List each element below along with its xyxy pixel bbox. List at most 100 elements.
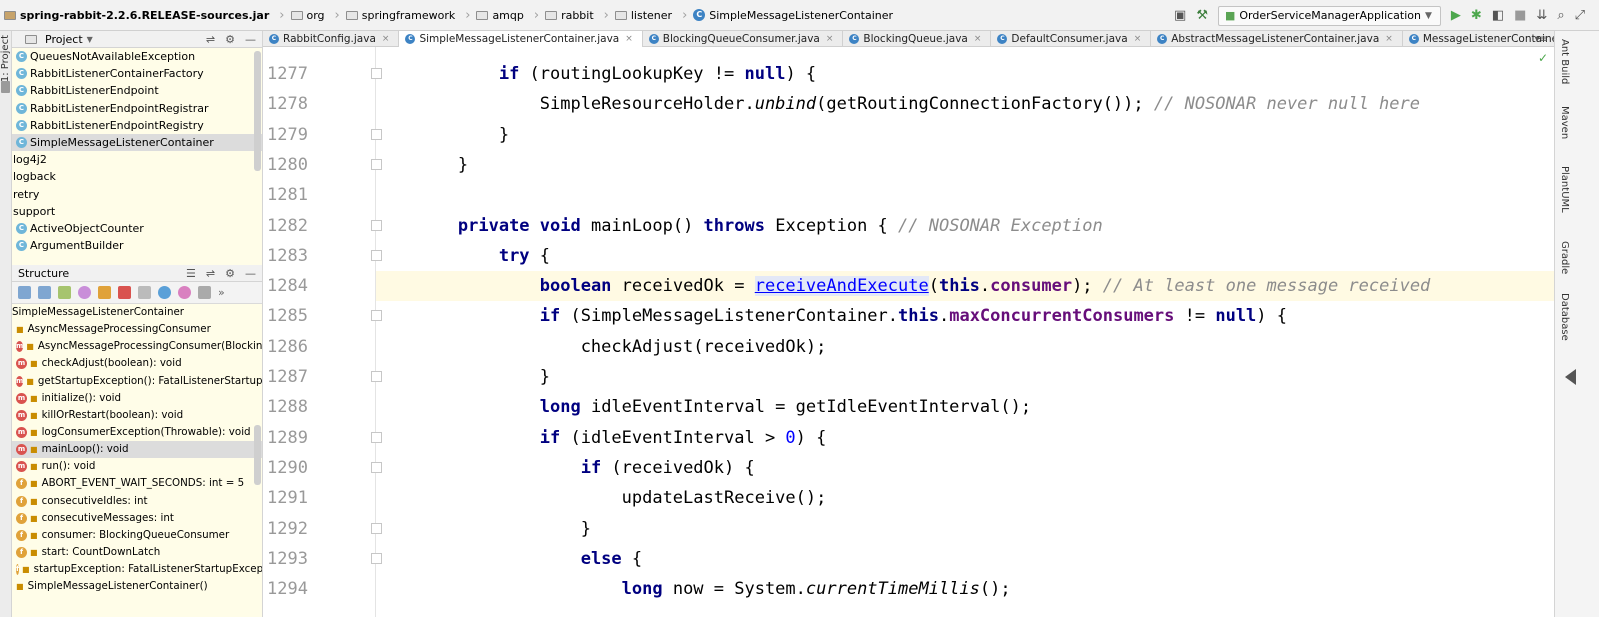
structure-tree-item[interactable]: SimpleMessageListenerContainer bbox=[12, 304, 262, 321]
right-tool-button[interactable]: Gradle bbox=[1559, 241, 1570, 274]
code-line[interactable]: long now = System.currentTimeMillis(); bbox=[376, 574, 1554, 604]
editor-tab[interactable]: C SimpleMessageListenerContainer.java × bbox=[399, 31, 643, 47]
breadcrumb-item[interactable]: › org bbox=[269, 0, 324, 31]
minimize-icon[interactable]: — bbox=[245, 267, 256, 280]
editor-tab[interactable]: C RabbitConfig.java × bbox=[263, 31, 400, 47]
coverage-icon[interactable]: ◧ bbox=[1492, 8, 1504, 23]
structure-tree-item[interactable]: f ■ consumer: BlockingQueueConsumer bbox=[12, 527, 262, 544]
show-lambdas-icon[interactable] bbox=[158, 286, 171, 299]
sort-alpha-icon[interactable] bbox=[38, 286, 51, 299]
project-tree-item[interactable]: C ArgumentBuilder bbox=[12, 237, 262, 254]
project-tree-item[interactable]: C RabbitListenerContainerFactory bbox=[12, 65, 262, 82]
close-icon[interactable]: × bbox=[1385, 34, 1393, 44]
git-update-icon[interactable]: ⇊ bbox=[1536, 8, 1547, 23]
close-icon[interactable]: × bbox=[625, 34, 633, 44]
editor-tab[interactable]: C BlockingQueue.java × bbox=[843, 31, 992, 47]
structure-tree-item[interactable]: m ■ killOrRestart(boolean): void bbox=[12, 407, 262, 424]
sort-by-visibility-icon[interactable] bbox=[18, 286, 31, 299]
project-tree-item[interactable]: C ActiveObjectCounter bbox=[12, 220, 262, 237]
structure-tree-item[interactable]: m ■ logConsumerException(Throwable): void bbox=[12, 424, 262, 441]
structure-tree-item[interactable]: f ■ consecutiveIdles: int bbox=[12, 493, 262, 510]
structure-scrollbar[interactable] bbox=[254, 425, 261, 485]
run-configuration-select[interactable]: ■ OrderServiceManagerApplication ▼ bbox=[1217, 5, 1441, 26]
project-scrollbar[interactable] bbox=[254, 51, 261, 171]
collapse-arrow-icon[interactable] bbox=[1565, 369, 1576, 385]
breadcrumb-item[interactable]: spring-rabbit-2.2.6.RELEASE-sources.jar bbox=[0, 0, 269, 31]
build-hammer-icon[interactable]: ⚒ bbox=[1196, 8, 1208, 23]
breadcrumb-item[interactable]: › amqp bbox=[455, 0, 524, 31]
more-icon[interactable]: » bbox=[218, 286, 225, 299]
code-line[interactable]: if (SimpleMessageListenerContainer.this.… bbox=[376, 301, 1554, 331]
project-tree-item[interactable]: C QueuesNotAvailableException bbox=[12, 48, 262, 65]
structure-tree-item[interactable]: ■ SimpleMessageListenerContainer() bbox=[12, 578, 262, 595]
show-inherited-icon[interactable] bbox=[138, 286, 151, 299]
structure-tree-item[interactable]: ■ AsyncMessageProcessingConsumer bbox=[12, 321, 262, 338]
anonymous-classes-icon[interactable] bbox=[178, 286, 191, 299]
project-panel-title[interactable]: Project bbox=[45, 33, 83, 46]
structure-tree-item[interactable]: f ■ start: CountDownLatch bbox=[12, 544, 262, 561]
project-tree-item[interactable]: logback bbox=[12, 168, 262, 185]
project-tree-item[interactable]: C RabbitListenerEndpointRegistrar bbox=[12, 100, 262, 117]
run-icon[interactable]: ▶ bbox=[1451, 8, 1461, 23]
structure-tree-item[interactable]: f ■ startupException: FatalListenerStartup… bbox=[12, 561, 262, 578]
close-icon[interactable]: × bbox=[382, 34, 390, 44]
gear-icon[interactable]: ⚙ bbox=[225, 33, 235, 46]
project-tool-button[interactable]: 1: Project bbox=[0, 35, 11, 82]
project-tree-item[interactable]: C SimpleMessageListenerContainer bbox=[12, 133, 262, 152]
code-line[interactable]: } bbox=[376, 120, 1554, 150]
layout-icon[interactable]: ▣ bbox=[1174, 8, 1186, 23]
structure-tree-item[interactable]: m ■ AsyncMessageProcessingConsumer(Blockin… bbox=[12, 338, 262, 355]
close-icon[interactable]: × bbox=[826, 34, 834, 44]
stop-icon[interactable]: ■ bbox=[1514, 8, 1526, 23]
code-line[interactable]: if (routingLookupKey != null) { bbox=[376, 59, 1554, 89]
code-line[interactable]: SimpleResourceHolder.unbind(getRoutingCo… bbox=[376, 89, 1554, 119]
project-tree-item[interactable]: C RabbitListenerEndpoint bbox=[12, 82, 262, 99]
code-line[interactable]: if (idleEventInterval > 0) { bbox=[376, 423, 1554, 453]
breadcrumb-item[interactable]: › C SimpleMessageListenerContainer bbox=[672, 0, 893, 31]
chevron-down-icon[interactable]: ▼ bbox=[87, 35, 93, 44]
show-non-public-icon[interactable] bbox=[118, 286, 131, 299]
close-icon[interactable]: × bbox=[974, 34, 982, 44]
right-tool-button[interactable]: Database bbox=[1559, 293, 1570, 341]
expand-icon[interactable]: ⤢ bbox=[1575, 8, 1585, 23]
search-icon[interactable]: ⌕ bbox=[1557, 8, 1564, 23]
structure-tree-item[interactable]: f ■ ABORT_EVENT_WAIT_SECONDS: int = 5 bbox=[12, 475, 262, 492]
gear-icon[interactable]: ⚙ bbox=[225, 267, 235, 280]
group-icon[interactable] bbox=[58, 286, 71, 299]
project-tree-item[interactable]: support bbox=[12, 203, 262, 220]
current-code-line[interactable]: boolean receivedOk = receiveAndExecute(t… bbox=[376, 271, 1554, 302]
right-tool-button[interactable]: PlantUML bbox=[1559, 166, 1570, 213]
editor-tab[interactable]: C BlockingQueueConsumer.java × bbox=[643, 31, 844, 47]
close-icon[interactable]: × bbox=[1134, 34, 1142, 44]
code-area[interactable]: if (routingLookupKey != null) { SimpleRe… bbox=[376, 47, 1554, 617]
right-tool-button[interactable]: Ant Build bbox=[1559, 39, 1570, 84]
structure-tool-icon[interactable] bbox=[1, 81, 10, 93]
breadcrumb-item[interactable]: › rabbit bbox=[524, 0, 594, 31]
structure-tree-item[interactable]: m ■ run(): void bbox=[12, 458, 262, 475]
code-line[interactable]: } bbox=[376, 514, 1554, 544]
collapse-all-icon[interactable]: ⇌ bbox=[206, 267, 215, 280]
code-line[interactable]: updateLastReceive(); bbox=[376, 483, 1554, 513]
structure-tree-item[interactable]: f ■ consecutiveMessages: int bbox=[12, 510, 262, 527]
structure-tree-item[interactable]: m ■ initialize(): void bbox=[12, 390, 262, 407]
sort-icon[interactable]: ☰ bbox=[186, 267, 196, 280]
code-line[interactable]: private void mainLoop() throws Exception… bbox=[376, 211, 1554, 241]
code-line[interactable]: else { bbox=[376, 544, 1554, 574]
right-tool-button[interactable]: Maven bbox=[1559, 106, 1570, 139]
expand-all-icon[interactable] bbox=[198, 286, 211, 299]
editor-tab[interactable]: C AbstractMessageListenerContainer.java × bbox=[1151, 31, 1403, 47]
structure-tree-item[interactable]: m ■ getStartupException(): FatalListenerSt… bbox=[12, 373, 262, 390]
code-editor[interactable]: 1277 1278 1279 1280 1281 1282 1283 1284 1285 1286… bbox=[263, 47, 1554, 617]
code-line[interactable]: } bbox=[376, 150, 1554, 180]
minimize-icon[interactable]: — bbox=[245, 33, 256, 46]
code-line[interactable]: try { bbox=[376, 241, 1554, 271]
show-fields-icon[interactable] bbox=[98, 286, 111, 299]
method-reference-link[interactable]: receiveAndExecute bbox=[754, 276, 929, 297]
tab-overflow-menu[interactable]: ▾≡ bbox=[1535, 31, 1548, 47]
breadcrumb-item[interactable]: › listener bbox=[594, 0, 672, 31]
code-line[interactable]: } bbox=[376, 362, 1554, 392]
collapse-all-icon[interactable]: ⇌ bbox=[206, 33, 215, 46]
code-line[interactable]: checkAdjust(receivedOk); bbox=[376, 332, 1554, 362]
project-tree-item[interactable]: retry bbox=[12, 186, 262, 203]
project-tree-item[interactable]: log4j2 bbox=[12, 151, 262, 168]
